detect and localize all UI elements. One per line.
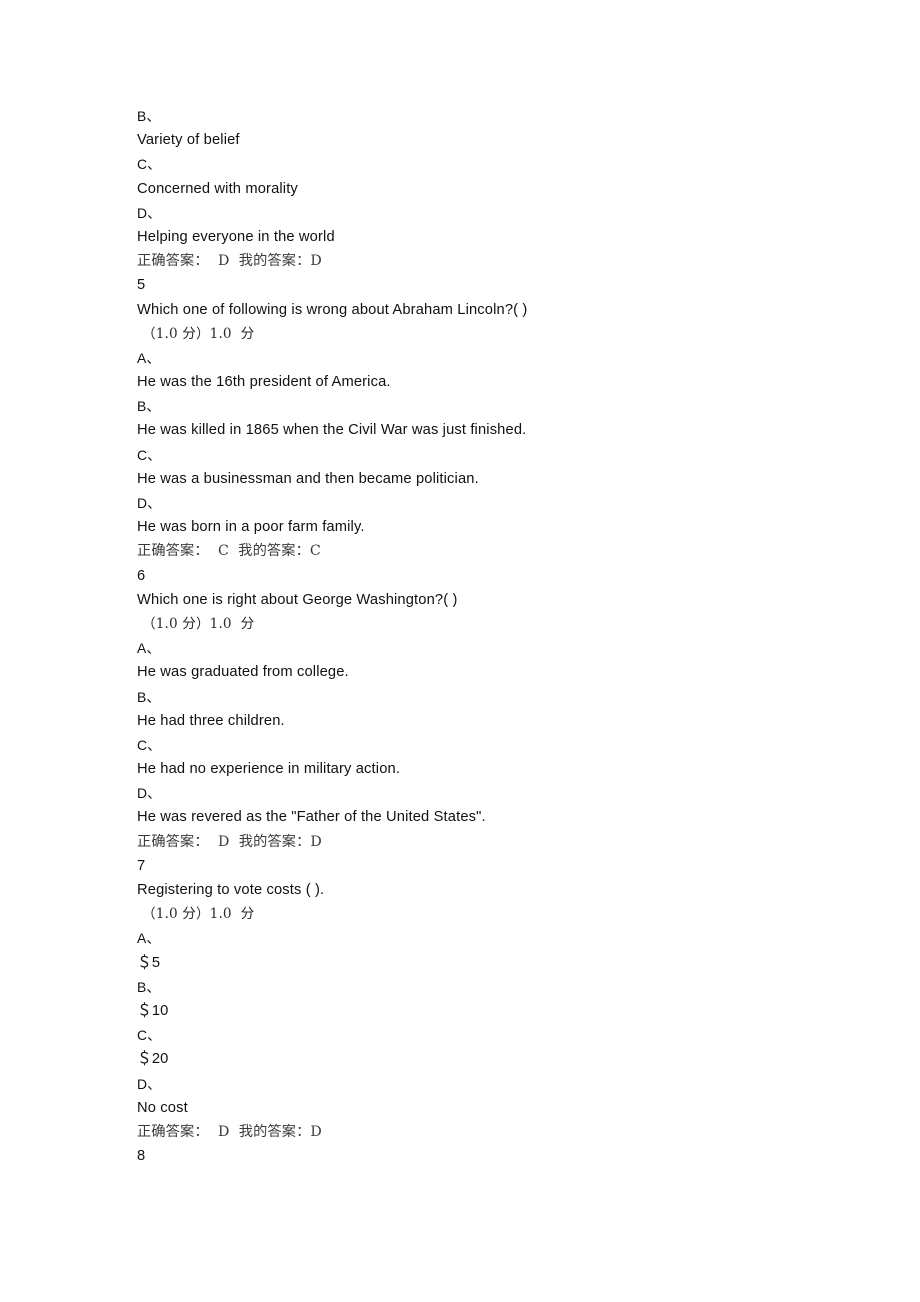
question-score: （1.0 分）1.0 分 [142, 615, 255, 632]
option-text: He was graduated from college. [137, 664, 349, 681]
question-number: 5 [137, 277, 146, 294]
option-label: C、 [137, 156, 162, 173]
option-label: D、 [137, 495, 162, 511]
option-label: B、 [137, 108, 161, 124]
option-text: He was revered as the "Father of the Uni… [137, 809, 486, 826]
option-text: He was killed in 1865 when the Civil War… [137, 422, 527, 439]
option-label: A、 [137, 930, 161, 947]
option-text: He was the 16th president of America. [137, 374, 391, 391]
question-stem: Which one of following is wrong about Ab… [137, 301, 528, 318]
answer-line: 正确答案： C 我的答案：C [137, 543, 321, 560]
option-label: B、 [137, 688, 161, 705]
option-text: No cost [137, 1099, 188, 1116]
option-label: C、 [137, 736, 162, 753]
option-text: He had no experience in military action. [137, 761, 401, 778]
option-label: B、 [137, 978, 161, 995]
option-text: He had three children. [137, 712, 285, 729]
option-label: A、 [137, 349, 161, 366]
answer-line: 正确答案： D 我的答案：D [137, 833, 322, 850]
answer-line: 正确答案： D 我的答案：D [137, 1123, 322, 1140]
option-text: Concerned with morality [137, 180, 298, 197]
question-number: 8 [137, 1148, 146, 1165]
question-number: 6 [137, 567, 146, 584]
option-text: ＄5 [137, 954, 161, 971]
quiz-review-content: B、 Variety of belief C、 Concerned with mora… [137, 104, 837, 1168]
option-label: D、 [137, 204, 162, 221]
question-score: （1.0 分）1.0 分 [142, 906, 255, 923]
option-label: C、 [137, 446, 162, 463]
question-number: 7 [137, 857, 146, 874]
option-text: Helping everyone in the world [137, 228, 335, 245]
answer-line: 正确答案： D 我的答案：D [137, 253, 322, 270]
option-text: He was a businessman and then became pol… [137, 470, 479, 487]
question-score: （1.0 分）1.0 分 [142, 325, 255, 342]
option-text: Variety of belief [137, 132, 240, 149]
option-label: C、 [137, 1027, 162, 1044]
option-label: D、 [137, 1075, 162, 1092]
option-text: ＄10 [137, 1002, 169, 1019]
option-text: He was born in a poor farm family. [137, 519, 365, 536]
question-stem: Which one is right about George Washingt… [137, 591, 458, 608]
option-label: D、 [137, 785, 162, 802]
document-page: B、 Variety of belief C、 Concerned with mora… [0, 0, 920, 1302]
option-label: B、 [137, 398, 161, 415]
question-stem: Registering to vote costs ( ). [137, 882, 325, 898]
option-text: ＄20 [137, 1051, 169, 1068]
option-label: A、 [137, 640, 161, 657]
